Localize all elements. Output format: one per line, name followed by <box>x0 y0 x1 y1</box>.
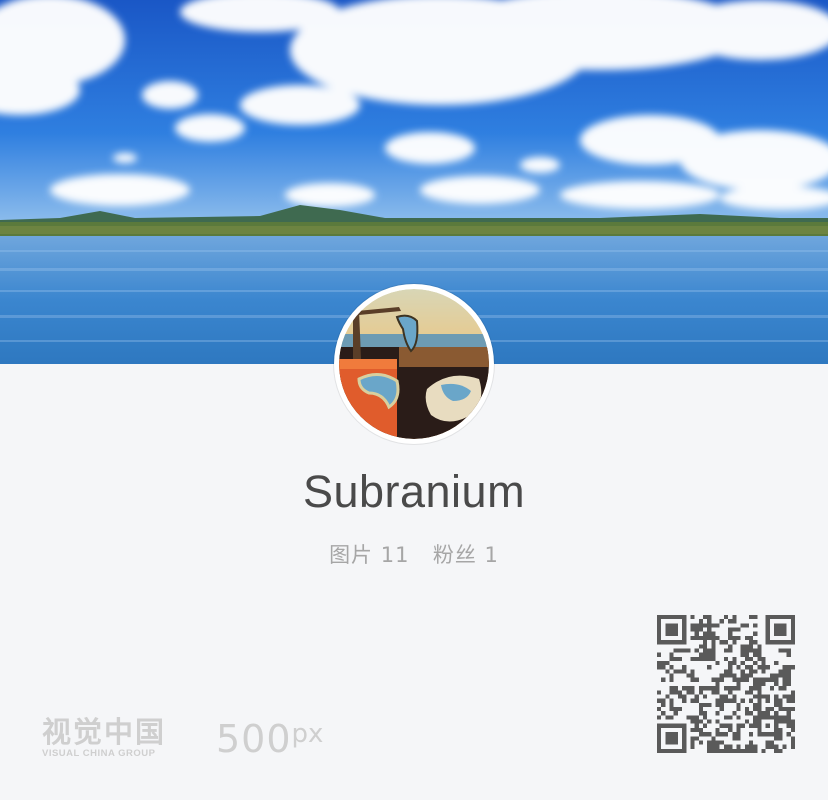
500px-logo: 500px <box>216 712 324 761</box>
profile-stats: 图片 11 粉丝 1 <box>0 539 828 569</box>
avatar-painting-image <box>339 289 489 439</box>
qr-code-icon <box>657 615 795 753</box>
visual-china-group-logo: 视觉中国 VISUAL CHINA GROUP <box>42 715 186 759</box>
followers-count: 1 <box>484 543 499 567</box>
500px-logo-suffix: px <box>291 719 324 749</box>
vcg-logo-en: VISUAL CHINA GROUP <box>42 748 156 759</box>
vcg-logo-cn: 视觉中国 <box>42 715 167 749</box>
photos-label: 图片 <box>329 543 374 567</box>
username: Subranium <box>302 466 526 517</box>
photos-count: 11 <box>380 543 410 567</box>
followers-label: 粉丝 <box>432 543 477 567</box>
500px-logo-main: 500 <box>216 717 292 761</box>
avatar[interactable] <box>334 284 494 444</box>
